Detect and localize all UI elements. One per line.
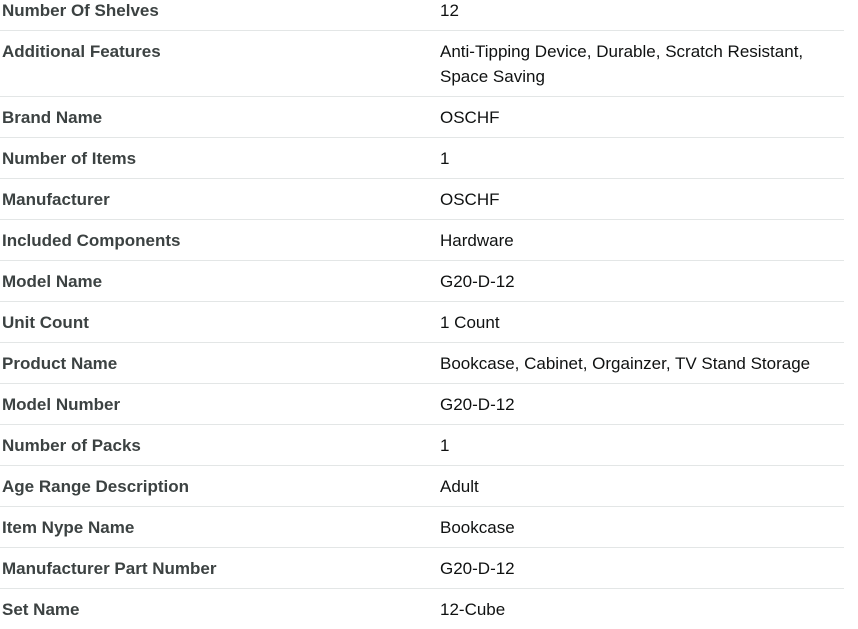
row-value: G20-D-12 bbox=[434, 384, 844, 425]
table-row: Age Range Description Adult bbox=[0, 466, 844, 507]
row-label: Age Range Description bbox=[0, 466, 434, 507]
row-label: Product Name bbox=[0, 343, 434, 384]
table-row: Manufacturer Part Number G20-D-12 bbox=[0, 548, 844, 589]
row-label: Brand Name bbox=[0, 97, 434, 138]
row-value: 1 bbox=[434, 138, 844, 179]
row-label: Set Name bbox=[0, 589, 434, 629]
table-row: Brand Name OSCHF bbox=[0, 97, 844, 138]
table-row: Model Number G20-D-12 bbox=[0, 384, 844, 425]
row-value: Bookcase, Cabinet, Orgainzer, TV Stand S… bbox=[434, 343, 844, 384]
table-row: Item Nype Name Bookcase bbox=[0, 507, 844, 548]
row-value: OSCHF bbox=[434, 179, 844, 220]
row-value: OSCHF bbox=[434, 97, 844, 138]
row-label: Item Nype Name bbox=[0, 507, 434, 548]
table-row: Unit Count 1 Count bbox=[0, 302, 844, 343]
row-value: 1 Count bbox=[434, 302, 844, 343]
row-label: Manufacturer Part Number bbox=[0, 548, 434, 589]
table-row: Number of Packs 1 bbox=[0, 425, 844, 466]
row-value: 12-Cube bbox=[434, 589, 844, 629]
row-label: Model Number bbox=[0, 384, 434, 425]
row-value: 1 bbox=[434, 425, 844, 466]
table-row: Additional Features Anti-Tipping Device,… bbox=[0, 31, 844, 97]
row-label: Included Components bbox=[0, 220, 434, 261]
row-value: Hardware bbox=[434, 220, 844, 261]
table-row: Product Name Bookcase, Cabinet, Orgainze… bbox=[0, 343, 844, 384]
row-value: Adult bbox=[434, 466, 844, 507]
product-details-table: Number Of Shelves 12 Additional Features… bbox=[0, 0, 844, 629]
row-label: Model Name bbox=[0, 261, 434, 302]
table-row: Model Name G20-D-12 bbox=[0, 261, 844, 302]
row-label: Unit Count bbox=[0, 302, 434, 343]
row-value: Anti-Tipping Device, Durable, Scratch Re… bbox=[434, 31, 844, 97]
row-label: Manufacturer bbox=[0, 179, 434, 220]
row-label: Number of Packs bbox=[0, 425, 434, 466]
table-row: Manufacturer OSCHF bbox=[0, 179, 844, 220]
row-label: Number Of Shelves bbox=[0, 0, 434, 31]
row-value: G20-D-12 bbox=[434, 548, 844, 589]
row-value: 12 bbox=[434, 0, 844, 31]
row-value: Bookcase bbox=[434, 507, 844, 548]
table-row: Set Name 12-Cube bbox=[0, 589, 844, 629]
table-row: Number of Items 1 bbox=[0, 138, 844, 179]
table-row: Included Components Hardware bbox=[0, 220, 844, 261]
row-value: G20-D-12 bbox=[434, 261, 844, 302]
row-label: Number of Items bbox=[0, 138, 434, 179]
row-label: Additional Features bbox=[0, 31, 434, 97]
table-row: Number Of Shelves 12 bbox=[0, 0, 844, 31]
